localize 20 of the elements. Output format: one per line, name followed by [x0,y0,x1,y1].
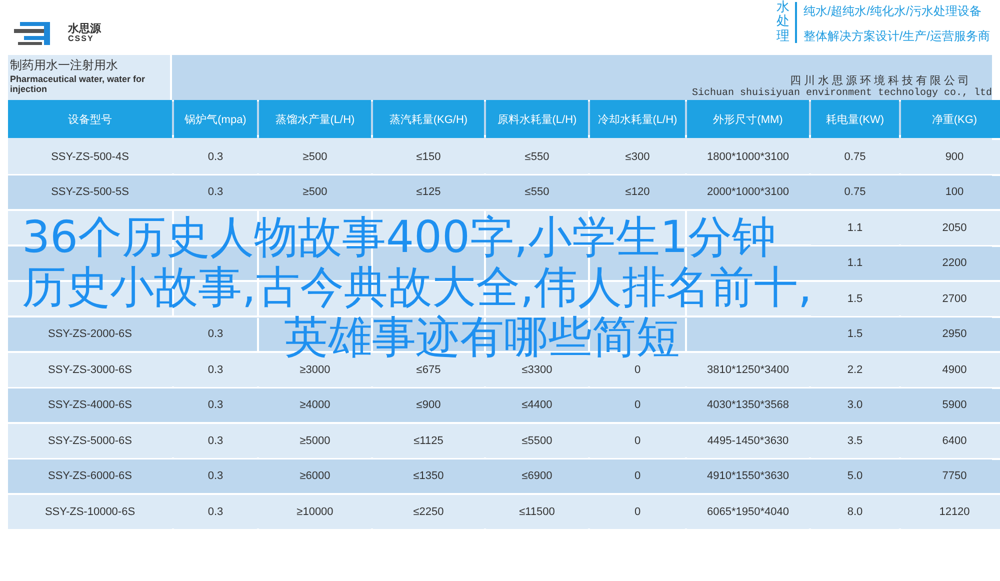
headline-line: 历史小故事,古今典故大全,伟人排名前十, [22,263,812,313]
column-header: 蒸汽耗量(KG/H) [373,100,484,138]
company-name: 四川水思源环境科技有限公司 [790,74,972,88]
banner-subtitle: Pharmaceutical water, water for injection [10,74,146,95]
logo-subtitle: CSSY [68,34,94,42]
column-header: 设备型号 [8,100,172,138]
banner-title: 制药用水一注射用水 [10,57,119,74]
slogan-line: 整体解决方案设计/生产/运营服务商 [803,28,990,45]
company-name-english: Sichuan shuisiyuan environment technology co., ltd [692,88,992,99]
logo-name: 水思源 [68,24,101,34]
slogan-line: 纯水/超纯水/纯化水/污水处理设备 [803,3,982,20]
headline-line: 36个历史人物故事400字,小学生1分钟 [22,213,776,263]
column-header: 蒸馏水产量(L/H) [259,100,371,138]
column-header: 外形尺寸(MM) [687,100,809,138]
column-header: 净重(KG) [901,100,1000,138]
column-header: 冷却水耗量(L/H) [590,100,685,138]
column-header: 原料水耗量(L/H) [486,100,588,138]
column-header: 锅炉气(mpa) [174,100,257,138]
column-header: 耗电量(KW) [811,100,899,138]
slogan-vertical: 水处理 [776,0,790,45]
